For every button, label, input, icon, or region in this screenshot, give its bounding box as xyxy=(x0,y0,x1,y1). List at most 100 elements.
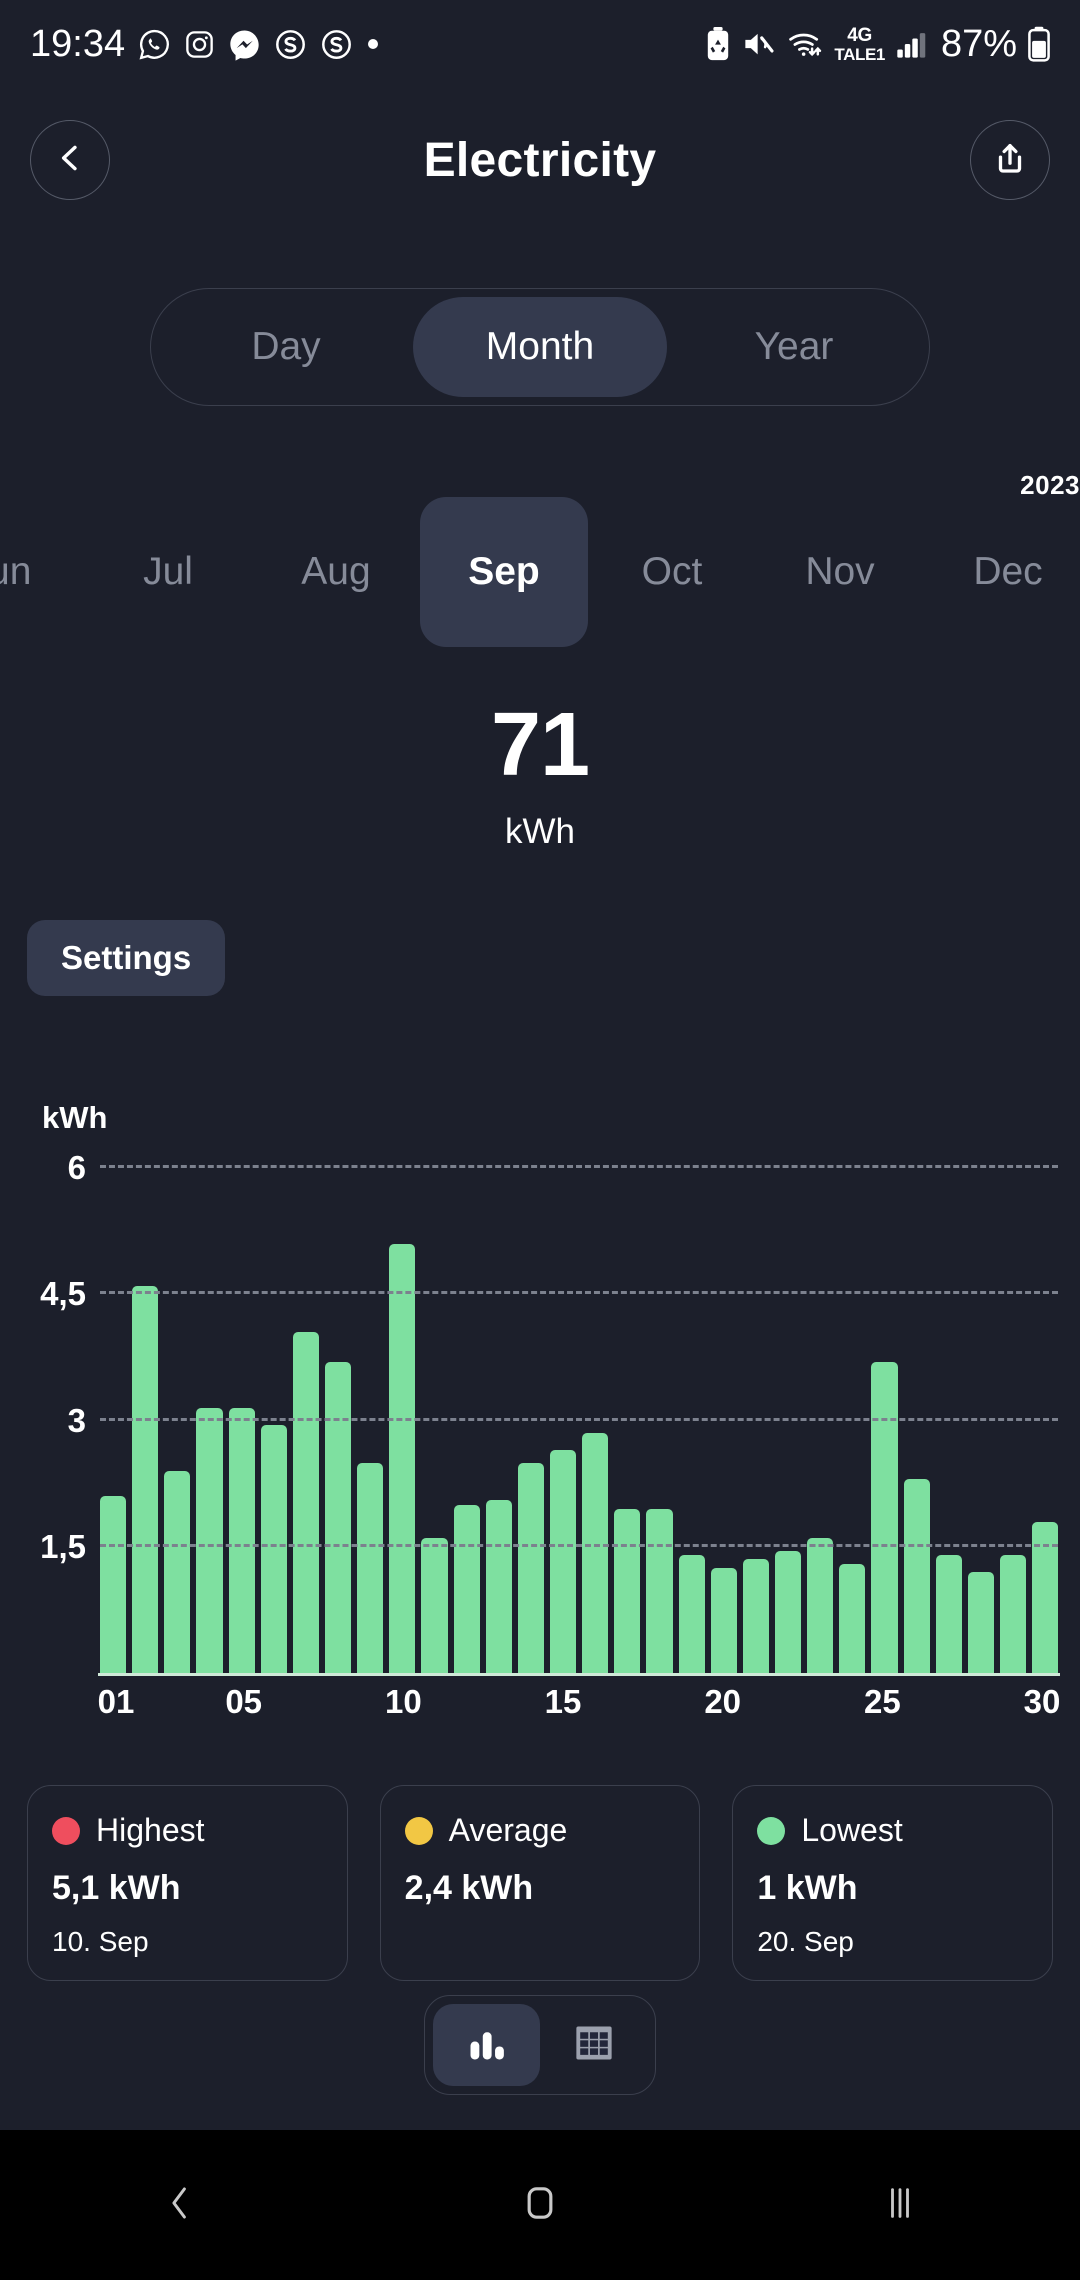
chart-bars xyxy=(100,1168,1059,1673)
chart-bar[interactable] xyxy=(517,1462,544,1673)
stat-card-label: Lowest xyxy=(801,1812,903,1848)
app-screen: 19:34 4G TALE1 87% Electricity Day Month… xyxy=(0,0,1080,2280)
chart-y-axis-unit: kWh xyxy=(42,1100,108,1135)
chart-bar[interactable] xyxy=(421,1538,448,1673)
page-title: Electricity xyxy=(423,133,657,187)
status-dot-lowest xyxy=(757,1816,786,1845)
chevron-left-icon xyxy=(53,141,87,180)
chart-x-tick-label: 30 xyxy=(1023,1683,1061,1720)
chart-y-tick-label: 4,5 xyxy=(40,1275,86,1313)
chart-bar[interactable] xyxy=(614,1508,641,1673)
nav-back-icon xyxy=(159,2182,201,2229)
nav-home-button[interactable] xyxy=(480,2130,600,2280)
chart-bar[interactable] xyxy=(485,1500,512,1673)
month-selector[interactable]: Jun Jul Aug Sep Oct Nov Dec xyxy=(0,497,1080,647)
period-selector: Day Month Year xyxy=(0,288,1080,406)
status-bar-clock: 19:34 xyxy=(30,22,126,65)
chart-bar[interactable] xyxy=(999,1555,1027,1673)
period-option-day[interactable]: Day xyxy=(159,297,413,397)
chart-bar[interactable] xyxy=(357,1462,384,1673)
chart-bar[interactable] xyxy=(903,1479,930,1673)
chart-gridline: 1,5 xyxy=(40,1528,1058,1565)
dot-icon xyxy=(366,37,380,51)
chart-x-tick-label: 10 xyxy=(385,1683,422,1720)
status-bar: 19:34 4G TALE1 87% xyxy=(0,0,1080,88)
signal-icon xyxy=(896,29,930,59)
bar-chart-icon xyxy=(464,2020,510,2071)
chart-bar[interactable] xyxy=(871,1361,898,1673)
chart-bar[interactable] xyxy=(228,1407,255,1673)
chart-bar[interactable] xyxy=(549,1449,577,1673)
whatsapp-icon xyxy=(138,28,171,61)
month-item-nov[interactable]: Nov xyxy=(756,497,924,647)
view-mode-toggle xyxy=(0,1995,1080,2095)
month-item-sep[interactable]: Sep xyxy=(420,497,588,647)
stat-card-lowest: Lowest 1 kWh 20. Sep xyxy=(732,1785,1054,1981)
stat-card-average: Average 2,4 kWh xyxy=(379,1785,701,1981)
chart-bar[interactable] xyxy=(807,1538,834,1673)
chart-bar[interactable] xyxy=(646,1508,673,1673)
stat-card-value: 1 kWh xyxy=(757,1869,858,1907)
chart-bar[interactable] xyxy=(774,1550,802,1673)
chart-bar[interactable] xyxy=(196,1407,223,1673)
status-dot-highest xyxy=(52,1816,80,1845)
chart-x-tick-label: 05 xyxy=(225,1683,263,1720)
chart-x-tick-label: 01 xyxy=(97,1683,135,1720)
month-item-jun[interactable]: Jun xyxy=(0,497,84,647)
messenger-icon xyxy=(228,28,261,61)
chart-bar[interactable] xyxy=(389,1243,416,1673)
month-item-jul[interactable]: Jul xyxy=(84,497,252,647)
stat-card-label: Average xyxy=(448,1812,568,1848)
table-grid-icon xyxy=(571,2020,617,2071)
chart-bar[interactable] xyxy=(164,1471,191,1673)
chart-bar[interactable] xyxy=(710,1567,737,1673)
battery-saver-icon xyxy=(705,27,731,61)
stat-card-label: Highest xyxy=(96,1812,205,1848)
share-button[interactable] xyxy=(970,120,1050,200)
total-unit: kWh xyxy=(505,812,575,851)
month-item-dec[interactable]: Dec xyxy=(924,497,1080,647)
chart-bar[interactable] xyxy=(839,1563,866,1673)
wifi-icon xyxy=(787,29,823,59)
chart-bar[interactable] xyxy=(678,1555,705,1673)
chart-bar[interactable] xyxy=(260,1424,287,1673)
chart-y-tick-label: 6 xyxy=(67,1149,86,1186)
chart-y-tick-label: 1,5 xyxy=(40,1527,86,1565)
stat-card-header: Highest xyxy=(52,1812,323,1849)
view-mode-table-button[interactable] xyxy=(540,2004,647,2086)
mute-icon xyxy=(742,29,776,59)
chart-bar[interactable] xyxy=(292,1332,319,1673)
month-item-oct[interactable]: Oct xyxy=(588,497,756,647)
view-mode-chart-button[interactable] xyxy=(433,2004,540,2086)
chart-bar[interactable] xyxy=(935,1555,962,1673)
status-bar-left: 19:34 xyxy=(30,23,380,66)
chart-bar[interactable] xyxy=(453,1504,480,1673)
period-option-month[interactable]: Month xyxy=(413,297,667,397)
chart-bar[interactable] xyxy=(967,1572,994,1673)
chart-bar[interactable] xyxy=(742,1559,769,1673)
instagram-icon xyxy=(184,29,215,60)
chart-x-axis-labels: 01 05 10 15 20 25 30 xyxy=(97,1683,1061,1735)
chart-bar[interactable] xyxy=(100,1496,127,1673)
nav-recents-button[interactable] xyxy=(840,2130,960,2280)
nav-back-button[interactable] xyxy=(120,2130,240,2280)
stat-cards: Highest 5,1 kWh 10. Sep Average 2,4 kWh … xyxy=(27,1785,1054,1981)
month-item-aug[interactable]: Aug xyxy=(252,497,420,647)
battery-percent-label: 87% xyxy=(940,22,1017,65)
total-value: 71 xyxy=(490,695,590,795)
chart-bar[interactable] xyxy=(582,1433,609,1673)
stat-card-header: Average xyxy=(404,1812,676,1849)
chart-x-tick-label: 15 xyxy=(544,1683,582,1720)
chart-bar[interactable] xyxy=(324,1361,352,1673)
view-mode-group xyxy=(424,1995,656,2095)
settings-button[interactable]: Settings xyxy=(27,920,226,996)
network-type-label: 4G TALE1 xyxy=(834,24,885,64)
chart-bar[interactable] xyxy=(132,1285,159,1673)
status-dot-average xyxy=(404,1816,433,1845)
chart-gridline: 6 xyxy=(68,1149,1058,1186)
period-option-year[interactable]: Year xyxy=(667,297,921,397)
period-segmented-control: Day Month Year xyxy=(150,288,930,406)
stat-card-header: Lowest xyxy=(757,1812,1028,1849)
back-button[interactable] xyxy=(30,120,110,200)
total-consumption: 71 kWh xyxy=(0,700,1080,852)
